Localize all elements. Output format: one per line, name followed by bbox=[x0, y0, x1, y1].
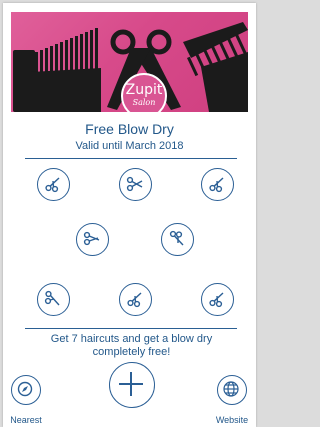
compass-icon bbox=[18, 382, 33, 397]
divider-top bbox=[25, 158, 237, 159]
stamp-6 bbox=[37, 283, 70, 316]
divider-bottom bbox=[25, 328, 237, 329]
offer-validity: Valid until March 2018 bbox=[75, 140, 184, 152]
scissors-icon bbox=[169, 230, 184, 246]
logo-text: Zupit bbox=[125, 82, 163, 98]
nearest-label[interactable]: Nearest bbox=[3, 415, 49, 425]
stamp-3 bbox=[201, 168, 234, 201]
stamp-4 bbox=[76, 223, 109, 256]
scissors-icon bbox=[44, 290, 60, 306]
stamp-1 bbox=[37, 168, 70, 201]
offer-title: Free Blow Dry bbox=[85, 121, 174, 137]
hero-image: Zupit Salon bbox=[11, 12, 248, 112]
loyalty-card: Zupit Salon Free Blow Dry Valid until Ma… bbox=[3, 3, 256, 427]
plus-icon bbox=[119, 372, 144, 397]
stamp-8 bbox=[201, 283, 234, 316]
offer-description: Get 7 haircuts and get a blow dry comple… bbox=[50, 333, 213, 358]
scissors-icon bbox=[127, 292, 142, 308]
scissors-icon bbox=[209, 177, 224, 193]
logo-subtext: Salon bbox=[132, 98, 156, 107]
stamp-5 bbox=[161, 223, 194, 256]
stamp-7 bbox=[119, 283, 152, 316]
add-button[interactable] bbox=[109, 362, 155, 408]
nearest-button[interactable] bbox=[11, 375, 41, 405]
website-button[interactable] bbox=[217, 375, 247, 405]
scissors-icon bbox=[126, 176, 143, 192]
salon-logo: Zupit Salon bbox=[121, 73, 167, 112]
website-label[interactable]: Website bbox=[209, 415, 255, 425]
globe-icon bbox=[223, 381, 240, 398]
scissors-icon bbox=[83, 231, 100, 246]
stamp-2 bbox=[119, 168, 152, 201]
scissors-icon bbox=[45, 177, 60, 193]
scissors-icon bbox=[209, 292, 224, 308]
